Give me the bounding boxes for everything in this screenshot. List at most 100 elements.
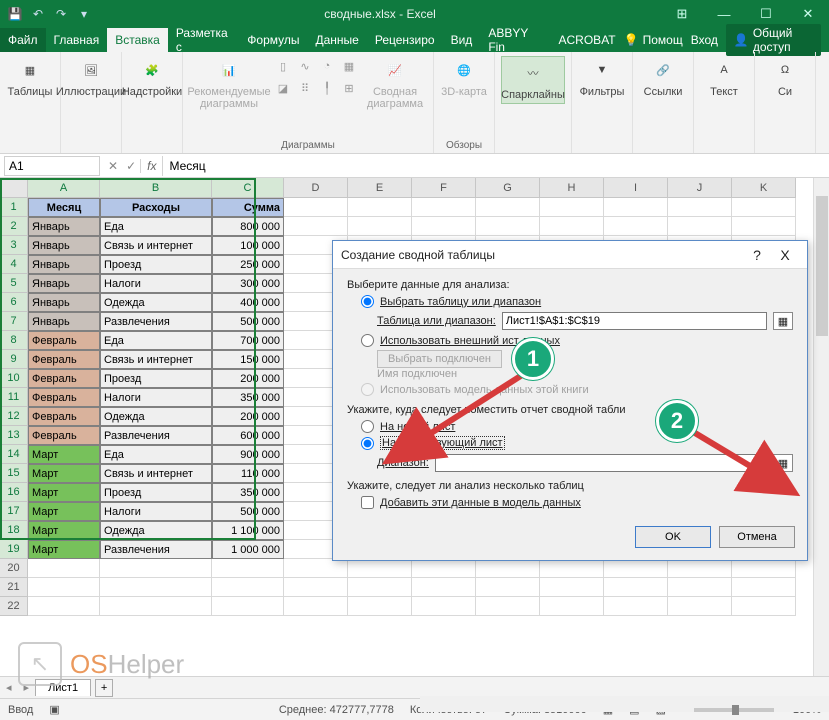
cell[interactable]: Сумма (212, 198, 284, 217)
filters-button[interactable]: ▼Фильтры (578, 56, 626, 98)
row-header-1[interactable]: 1 (0, 198, 28, 217)
cell[interactable]: 250 000 (212, 255, 284, 274)
cell[interactable] (668, 597, 732, 616)
cell[interactable]: 150 000 (212, 350, 284, 369)
cell[interactable] (28, 559, 100, 578)
cell[interactable] (540, 198, 604, 217)
col-header-G[interactable]: G (476, 178, 540, 198)
cell[interactable]: Февраль (28, 407, 100, 426)
row-header-4[interactable]: 4 (0, 255, 28, 274)
treemap-icon[interactable]: ▦ (339, 56, 359, 76)
tab-layout[interactable]: Разметка с (168, 28, 239, 52)
cell[interactable]: Февраль (28, 350, 100, 369)
3d-map-button[interactable]: 🌐3D-карта (440, 56, 488, 98)
cell[interactable] (540, 217, 604, 236)
col-header-D[interactable]: D (284, 178, 348, 198)
cell[interactable]: Февраль (28, 388, 100, 407)
cell[interactable] (348, 578, 412, 597)
cell[interactable]: 1 100 000 (212, 521, 284, 540)
cell[interactable] (348, 597, 412, 616)
cell[interactable] (668, 198, 732, 217)
tables-button[interactable]: ▦Таблицы (6, 56, 54, 98)
cell[interactable]: Март (28, 540, 100, 559)
radio-existing-sheet[interactable]: На существующий лист (361, 436, 793, 450)
cell[interactable] (476, 217, 540, 236)
text-button[interactable]: AТекст (700, 56, 748, 98)
cell[interactable] (348, 559, 412, 578)
tab-abbyy[interactable]: ABBYY Fin (480, 28, 550, 52)
save-icon[interactable]: 💾 (4, 3, 26, 25)
chart-gallery[interactable]: ▯∿◔▦ ◪⠿╿⊞ (273, 56, 359, 120)
cell[interactable]: 500 000 (212, 312, 284, 331)
cell[interactable] (284, 217, 348, 236)
cell[interactable]: Налоги (100, 502, 212, 521)
tab-data[interactable]: Данные (307, 28, 366, 52)
undo-icon[interactable]: ↶ (27, 3, 49, 25)
fx-icon[interactable]: fx (140, 159, 162, 173)
select-all-corner[interactable] (0, 178, 28, 198)
cell[interactable]: Развлечения (100, 426, 212, 445)
col-header-K[interactable]: K (732, 178, 796, 198)
links-button[interactable]: 🔗Ссылки (639, 56, 687, 98)
cell[interactable]: 110 000 (212, 464, 284, 483)
ribbon-options-icon[interactable]: ⊞ (661, 0, 703, 28)
cell[interactable]: Связь и интернет (100, 464, 212, 483)
range2-input[interactable] (435, 454, 767, 472)
cell[interactable]: Март (28, 445, 100, 464)
cell[interactable]: Февраль (28, 369, 100, 388)
cell[interactable]: 300 000 (212, 274, 284, 293)
cell[interactable] (540, 559, 604, 578)
row-header-3[interactable]: 3 (0, 236, 28, 255)
row-header-20[interactable]: 20 (0, 559, 28, 578)
cell[interactable] (412, 597, 476, 616)
dialog-close-icon[interactable]: X (771, 247, 799, 263)
cell[interactable]: 700 000 (212, 331, 284, 350)
cell[interactable]: 1 000 000 (212, 540, 284, 559)
cell[interactable]: Январь (28, 217, 100, 236)
bar-chart-icon[interactable]: ▯ (273, 56, 293, 76)
cell[interactable] (212, 559, 284, 578)
sheet-nav-prev-icon[interactable]: ◂ (0, 681, 18, 694)
cell[interactable]: Еда (100, 331, 212, 350)
col-header-E[interactable]: E (348, 178, 412, 198)
row-header-15[interactable]: 15 (0, 464, 28, 483)
name-box[interactable]: A1 (4, 156, 100, 176)
scatter-chart-icon[interactable]: ⠿ (295, 78, 315, 98)
cell[interactable]: Март (28, 521, 100, 540)
row-header-21[interactable]: 21 (0, 578, 28, 597)
cell[interactable] (604, 578, 668, 597)
tab-review[interactable]: Рецензиро (367, 28, 443, 52)
cell[interactable]: 900 000 (212, 445, 284, 464)
cell[interactable] (348, 198, 412, 217)
cell[interactable]: Январь (28, 312, 100, 331)
cell[interactable] (476, 198, 540, 217)
cell[interactable] (604, 217, 668, 236)
cell[interactable]: Связь и интернет (100, 236, 212, 255)
cell[interactable]: Еда (100, 445, 212, 464)
cell[interactable]: 500 000 (212, 502, 284, 521)
range2-picker-icon[interactable]: ▦ (773, 454, 793, 472)
cell[interactable] (604, 597, 668, 616)
tab-home[interactable]: Главная (46, 28, 108, 52)
tab-formulas[interactable]: Формулы (239, 28, 307, 52)
status-macro-icon[interactable]: ▣ (49, 703, 59, 716)
cell[interactable]: Проезд (100, 255, 212, 274)
row-header-8[interactable]: 8 (0, 331, 28, 350)
cell[interactable] (412, 217, 476, 236)
col-header-C[interactable]: C (212, 178, 284, 198)
cell[interactable]: Проезд (100, 483, 212, 502)
dialog-help-icon[interactable]: ? (743, 247, 771, 263)
cell[interactable] (540, 597, 604, 616)
row-header-7[interactable]: 7 (0, 312, 28, 331)
cell[interactable] (284, 597, 348, 616)
redo-icon[interactable]: ↷ (50, 3, 72, 25)
cell[interactable] (668, 578, 732, 597)
cell[interactable]: 100 000 (212, 236, 284, 255)
illustrations-button[interactable]: 🖼Иллюстрации (67, 56, 115, 98)
cell[interactable]: 200 000 (212, 407, 284, 426)
range-picker-icon[interactable]: ▦ (773, 312, 793, 330)
cell[interactable] (28, 597, 100, 616)
row-header-19[interactable]: 19 (0, 540, 28, 559)
pivot-chart-button[interactable]: 📈Сводная диаграмма (363, 56, 427, 110)
cell[interactable] (476, 559, 540, 578)
